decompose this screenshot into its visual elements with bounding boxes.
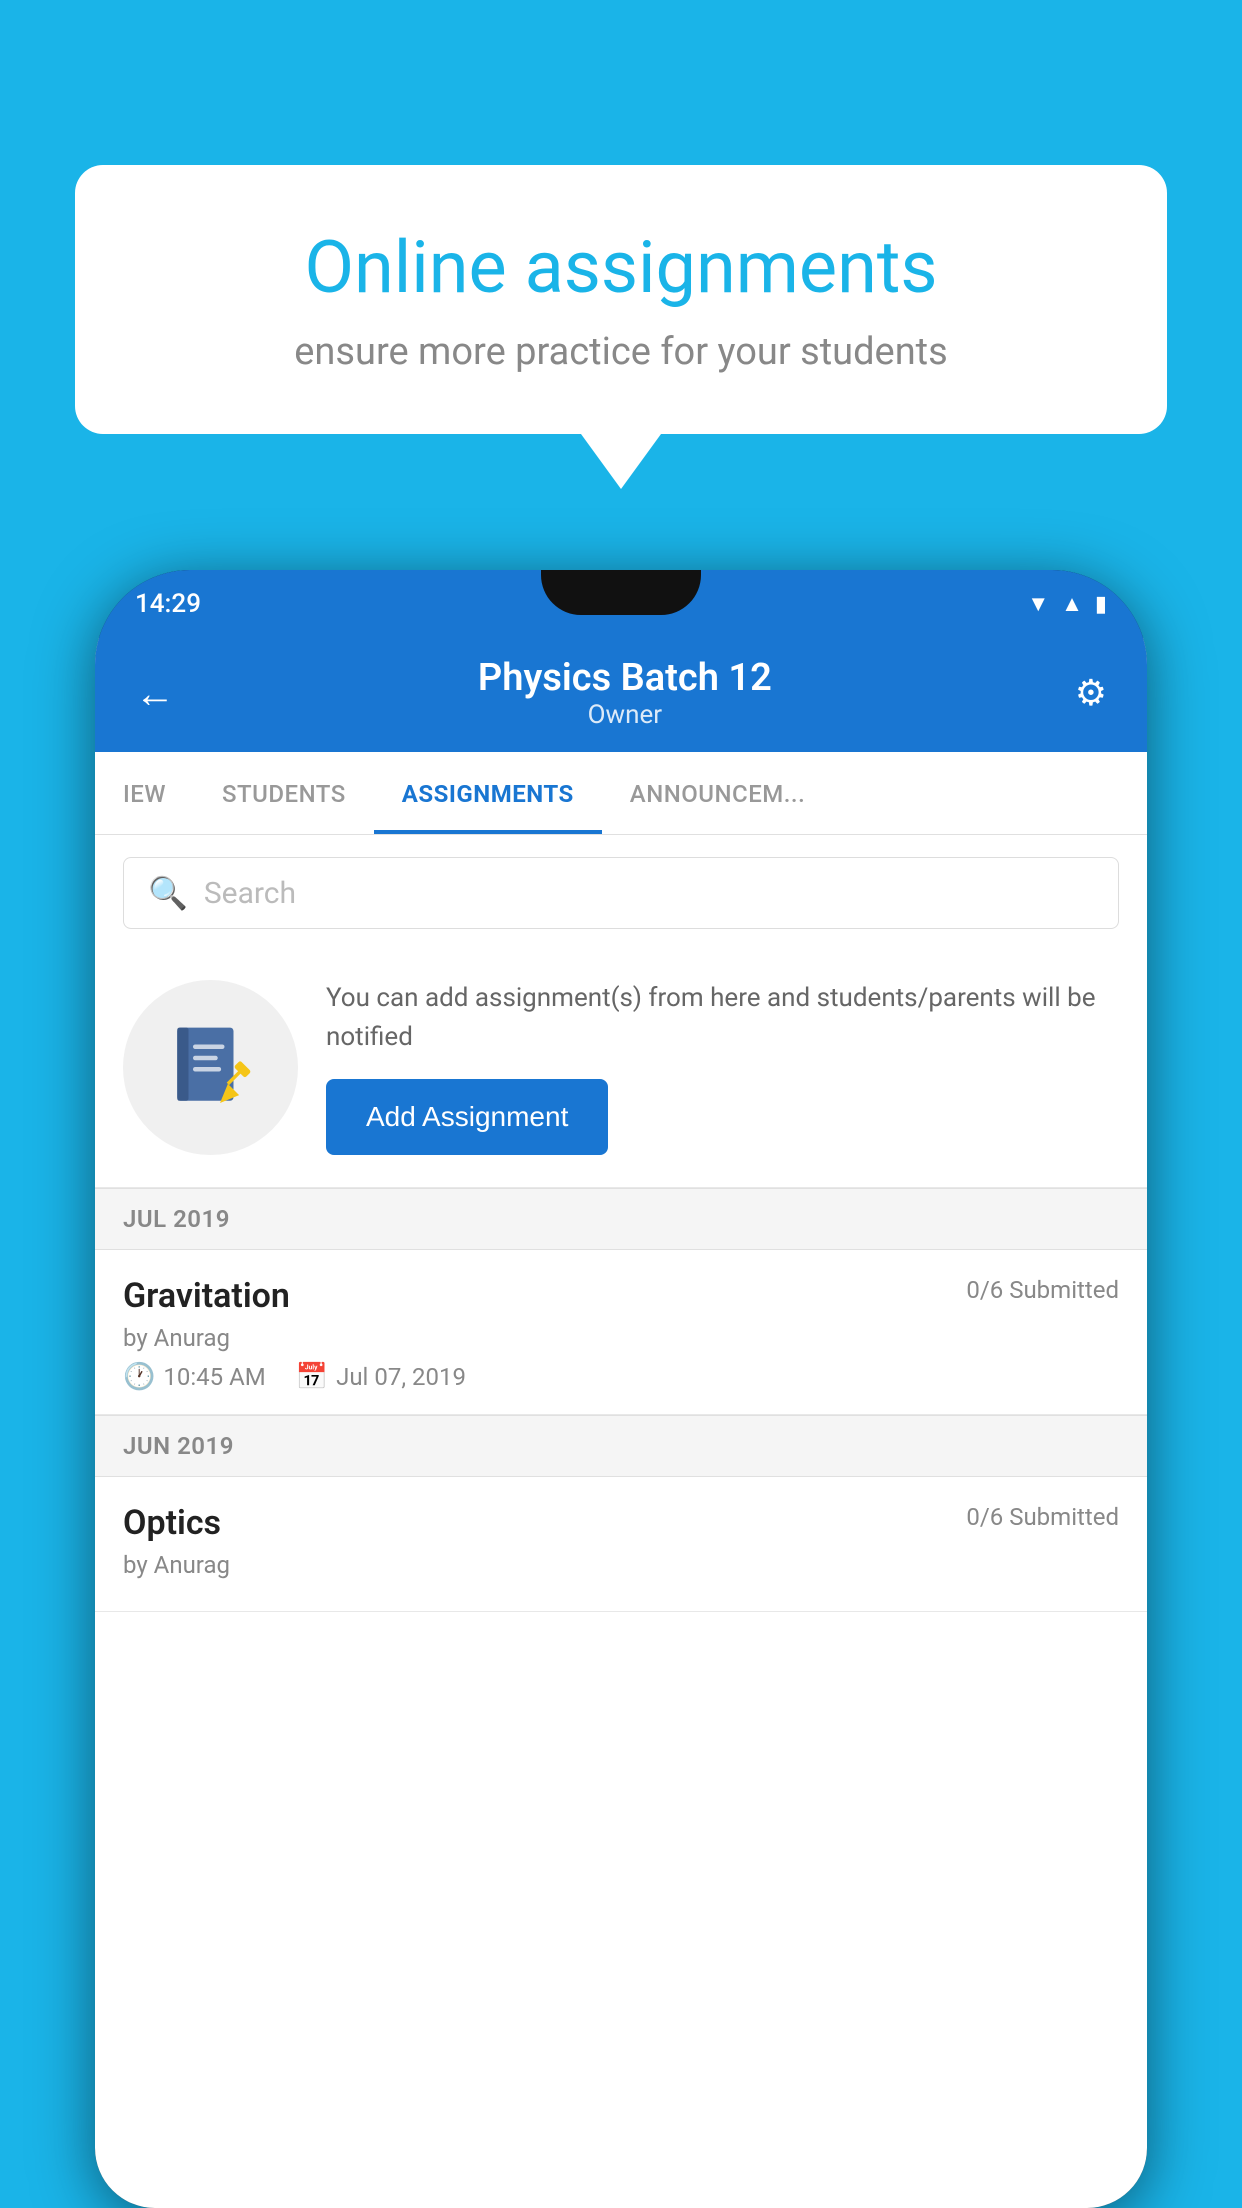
speech-bubble: Online assignments ensure more practice …	[75, 165, 1167, 434]
assignment-submitted: 0/6 Submitted	[966, 1276, 1119, 1304]
notebook-icon	[166, 1022, 256, 1112]
assignment-item-optics[interactable]: Optics 0/6 Submitted by Anurag	[95, 1477, 1147, 1612]
signal-icon: ▲	[1061, 591, 1083, 617]
search-bar-wrap: 🔍 Search	[95, 835, 1147, 951]
search-placeholder: Search	[204, 876, 296, 911]
assignment-title: Gravitation	[123, 1276, 290, 1316]
speech-bubble-title: Online assignments	[145, 225, 1097, 310]
tab-announcements[interactable]: ANNOUNCEM...	[602, 752, 833, 834]
batch-title: Physics Batch 12	[175, 656, 1075, 700]
speech-bubble-subtitle: ensure more practice for your students	[145, 330, 1097, 374]
section-header-jun: JUN 2019	[95, 1415, 1147, 1477]
assignment-meta: 🕐 10:45 AM 📅 Jul 07, 2019	[123, 1362, 1119, 1392]
assignment-submitted-optics: 0/6 Submitted	[966, 1503, 1119, 1531]
phone-inner: ← Physics Batch 12 Owner ⚙ IEW STUDENTS …	[95, 638, 1147, 2208]
tab-students[interactable]: STUDENTS	[194, 752, 374, 834]
promo-card: You can add assignment(s) from here and …	[95, 951, 1147, 1188]
speech-bubble-container: Online assignments ensure more practice …	[75, 165, 1167, 489]
calendar-icon: 📅	[296, 1362, 328, 1392]
assignment-date: 📅 Jul 07, 2019	[296, 1362, 466, 1392]
settings-button[interactable]: ⚙	[1075, 672, 1107, 714]
tab-iew[interactable]: IEW	[95, 752, 194, 834]
assignment-by-optics: by Anurag	[123, 1551, 1119, 1579]
assignment-time: 🕐 10:45 AM	[123, 1362, 266, 1392]
time-value: 10:45 AM	[163, 1363, 265, 1391]
speech-bubble-tail	[581, 434, 661, 489]
search-bar[interactable]: 🔍 Search	[123, 857, 1119, 929]
assignment-item-gravitation[interactable]: Gravitation 0/6 Submitted by Anurag 🕐 10…	[95, 1250, 1147, 1415]
status-time: 14:29	[135, 589, 201, 619]
section-header-jul: JUL 2019	[95, 1188, 1147, 1250]
assignment-top-row-optics: Optics 0/6 Submitted	[123, 1503, 1119, 1543]
app-header: ← Physics Batch 12 Owner ⚙	[95, 638, 1147, 752]
back-button[interactable]: ←	[135, 670, 175, 717]
promo-icon-circle	[123, 980, 298, 1155]
search-icon: 🔍	[148, 874, 188, 912]
battery-icon: ▮	[1095, 592, 1107, 617]
status-bar: 14:29 ▼ ▲ ▮	[95, 570, 1147, 638]
date-value: Jul 07, 2019	[336, 1363, 466, 1391]
tabs-bar: IEW STUDENTS ASSIGNMENTS ANNOUNCEM...	[95, 752, 1147, 835]
tab-assignments[interactable]: ASSIGNMENTS	[374, 752, 602, 834]
assignment-by: by Anurag	[123, 1324, 1119, 1352]
header-title-block: Physics Batch 12 Owner	[175, 656, 1075, 730]
promo-text-block: You can add assignment(s) from here and …	[326, 979, 1119, 1155]
wifi-icon: ▼	[1027, 591, 1049, 617]
assignment-top-row: Gravitation 0/6 Submitted	[123, 1276, 1119, 1316]
phone-notch	[541, 570, 701, 615]
phone-content: 🔍 Search	[95, 835, 1147, 1612]
assignment-title-optics: Optics	[123, 1503, 221, 1543]
clock-icon: 🕐	[123, 1362, 155, 1392]
promo-description: You can add assignment(s) from here and …	[326, 979, 1119, 1057]
status-icons: ▼ ▲ ▮	[1027, 591, 1107, 617]
add-assignment-button[interactable]: Add Assignment	[326, 1079, 608, 1155]
phone-frame: 14:29 ▼ ▲ ▮ ← Physics Batch 12 Owner ⚙ I…	[95, 570, 1147, 2208]
batch-subtitle: Owner	[175, 700, 1075, 730]
